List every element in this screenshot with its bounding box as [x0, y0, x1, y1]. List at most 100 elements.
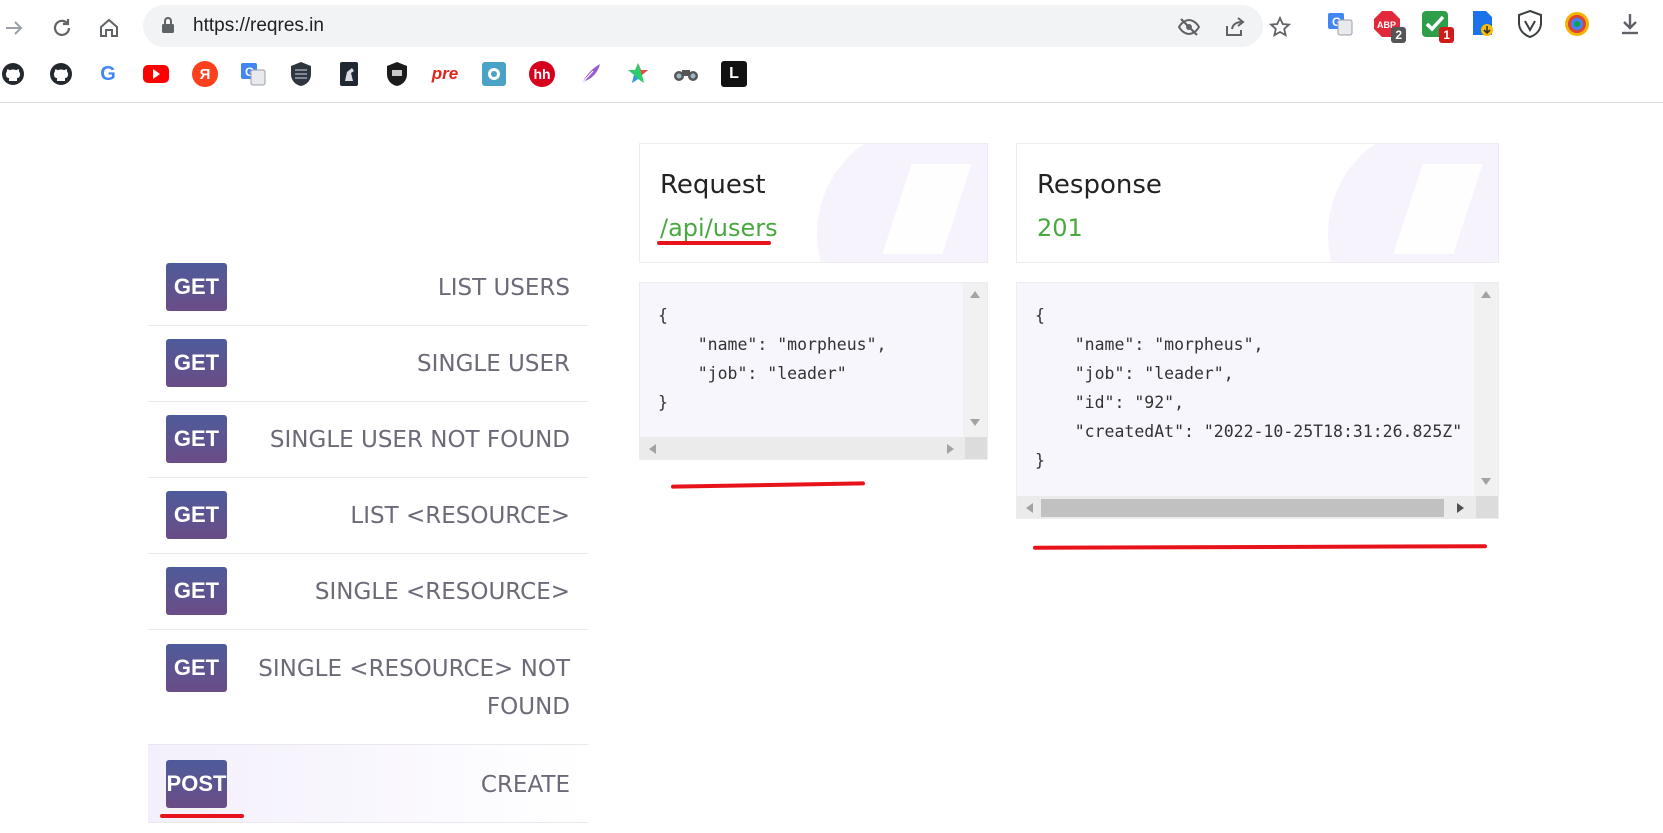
endpoint-label: LIST USERS — [437, 275, 570, 301]
colorful-star-icon — [628, 63, 648, 83]
share-icon[interactable] — [1222, 14, 1248, 40]
method-badge: GET — [166, 491, 227, 539]
endpoint-single-resource[interactable]: GET SINGLE <RESOURCE> — [148, 554, 588, 630]
code-line: { — [658, 306, 668, 325]
address-bar[interactable]: https://reqres.in — [143, 5, 1291, 47]
endpoint-create[interactable]: POST CREATE — [148, 745, 588, 823]
star-bookmark[interactable] — [625, 61, 651, 87]
hh-icon: hh — [533, 66, 551, 82]
scroll-right-arrow-icon[interactable] — [947, 444, 954, 454]
endpoint-label: LIST <RESOURCE> — [350, 503, 570, 529]
endpoint-single-user[interactable]: GET SINGLE USER — [148, 326, 588, 402]
color-picker-icon — [1565, 12, 1589, 36]
google-bookmark[interactable]: G — [95, 61, 121, 87]
scroll-left-arrow-icon[interactable] — [1026, 503, 1033, 513]
code-line: "createdAt": "2022-10-25T18:31:26.825Z" — [1035, 422, 1463, 441]
horizontal-scrollbar[interactable] — [1017, 496, 1498, 518]
endpoint-list-resource[interactable]: GET LIST <RESOURCE> — [148, 478, 588, 554]
tank-shield-icon — [387, 62, 407, 86]
translate-icon: G — [241, 63, 266, 86]
knight-bookmark[interactable] — [336, 61, 362, 87]
scroll-up-arrow-icon[interactable] — [970, 291, 980, 298]
code-line: } — [658, 393, 668, 412]
endpoint-label: SINGLE <RESOURCE> — [314, 579, 570, 605]
response-title: Response — [1037, 170, 1162, 200]
method-badge: GET — [166, 263, 227, 311]
download-button[interactable] — [1615, 9, 1645, 39]
endpoint-label: CREATE — [480, 772, 570, 798]
response-status: 201 — [1037, 214, 1083, 242]
hh-bookmark[interactable]: hh — [529, 61, 555, 87]
star-icon[interactable] — [1267, 14, 1293, 40]
tank-bookmark[interactable] — [384, 61, 410, 87]
shield-v-icon — [1518, 10, 1542, 38]
github-bookmark-2[interactable] — [48, 61, 74, 87]
translate-bookmark[interactable]: G — [240, 61, 266, 87]
scroll-corner — [1476, 496, 1498, 518]
pre-bookmark[interactable]: pre — [432, 61, 458, 87]
l-icon: L — [729, 65, 739, 82]
endpoint-single-resource-not-found[interactable]: GET SINGLE <RESOURCE> NOT FOUND — [148, 630, 588, 745]
knight-icon — [340, 62, 358, 86]
download-icon — [1622, 14, 1638, 35]
code-line: "job": "leader", — [1035, 364, 1234, 383]
horizontal-scrollbar[interactable] — [640, 437, 987, 459]
scroll-down-arrow-icon[interactable] — [970, 419, 980, 426]
binoculars-bookmark[interactable] — [673, 61, 699, 87]
response-body-text: { "name": "morpheus", "job": "leader", "… — [1035, 301, 1462, 475]
vertical-scrollbar[interactable] — [963, 283, 987, 437]
github-icon — [50, 63, 72, 85]
endpoint-label: SINGLE USER NOT FOUND — [269, 427, 570, 453]
l-bookmark[interactable]: L — [721, 61, 747, 87]
annotation-underline-post — [160, 814, 244, 818]
scroll-left-arrow-icon[interactable] — [649, 444, 656, 454]
vertical-scrollbar[interactable] — [1474, 283, 1498, 496]
scroll-corner — [965, 437, 987, 459]
translate-icon: G — [1328, 13, 1353, 36]
doc-download-extension[interactable] — [1468, 9, 1498, 39]
scroll-right-arrow-icon[interactable] — [1457, 503, 1464, 513]
annotation-underline-path — [657, 241, 771, 245]
request-body[interactable]: { "name": "morpheus", "job": "leader" } — [639, 282, 988, 460]
pre-icon: pre — [431, 64, 459, 83]
youtube-bookmark[interactable] — [143, 61, 169, 87]
yandex-bookmark[interactable]: Я — [192, 61, 218, 87]
color-picker-extension[interactable] — [1562, 9, 1592, 39]
gear-icon — [482, 62, 506, 86]
quill-bookmark[interactable] — [577, 61, 603, 87]
endpoint-label-line2: FOUND — [486, 694, 570, 720]
request-title: Request — [660, 170, 766, 200]
shield-v-extension[interactable] — [1515, 9, 1545, 39]
response-body[interactable]: { "name": "morpheus", "job": "leader", "… — [1016, 282, 1499, 519]
endpoint-list-users[interactable]: GET LIST USERS — [148, 253, 588, 326]
scroll-up-arrow-icon[interactable] — [1481, 291, 1491, 298]
method-badge: GET — [166, 644, 227, 692]
lock-icon — [161, 16, 175, 39]
home-button[interactable] — [91, 10, 127, 46]
scroll-thumb[interactable] — [1041, 499, 1444, 517]
github-icon — [2, 63, 24, 85]
method-badge: POST — [166, 760, 227, 808]
request-header-panel: Request /api/users — [639, 143, 988, 263]
github-bookmark[interactable] — [0, 61, 26, 87]
code-line: "job": "leader" — [658, 364, 847, 383]
shield-icon — [291, 62, 311, 86]
adblock-extension[interactable]: ABP 2 — [1372, 9, 1406, 43]
checker-extension[interactable]: 1 — [1420, 9, 1454, 43]
forward-button[interactable] — [0, 10, 32, 46]
translate-extension[interactable]: G — [1325, 9, 1355, 39]
method-badge: GET — [166, 415, 227, 463]
annotation-underline-request — [670, 481, 866, 489]
method-badge: GET — [166, 339, 227, 387]
endpoint-single-user-not-found[interactable]: GET SINGLE USER NOT FOUND — [148, 402, 588, 478]
url-text[interactable]: https://reqres.in — [193, 15, 324, 37]
endpoint-label: SINGLE <RESOURCE> NOT — [258, 656, 570, 682]
eye-slash-icon[interactable] — [1176, 14, 1202, 40]
method-badge: GET — [166, 567, 227, 615]
reload-button[interactable] — [44, 10, 80, 46]
shield-bookmark[interactable] — [288, 61, 314, 87]
home-icon — [100, 18, 118, 37]
scroll-down-arrow-icon[interactable] — [1481, 478, 1491, 485]
gear-bookmark[interactable] — [481, 61, 507, 87]
quill-icon — [580, 64, 600, 85]
